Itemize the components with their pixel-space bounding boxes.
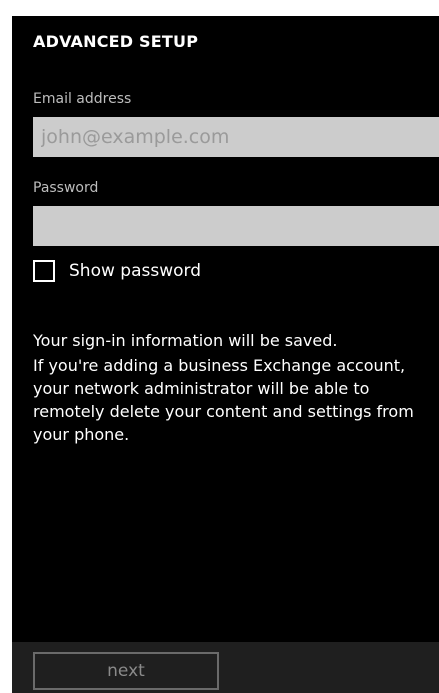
checkbox-box[interactable] [33,260,55,282]
password-field[interactable] [33,206,439,246]
sign-in-info: Your sign-in information will be saved. … [33,329,428,446]
app-bar: next [12,642,439,693]
password-label: Password [33,180,99,196]
advanced-setup-screen: ADVANCED SETUP Email address Password Sh… [12,16,439,693]
next-button[interactable]: next [33,652,219,690]
info-saved-text: Your sign-in information will be saved. [33,331,338,350]
show-password-checkbox[interactable]: Show password [33,257,201,285]
show-password-label: Show password [69,261,201,281]
email-field[interactable] [33,117,439,157]
email-label: Email address [33,91,132,107]
info-exchange-text: If you're adding a business Exchange acc… [33,356,414,444]
page-title: ADVANCED SETUP [33,32,199,51]
